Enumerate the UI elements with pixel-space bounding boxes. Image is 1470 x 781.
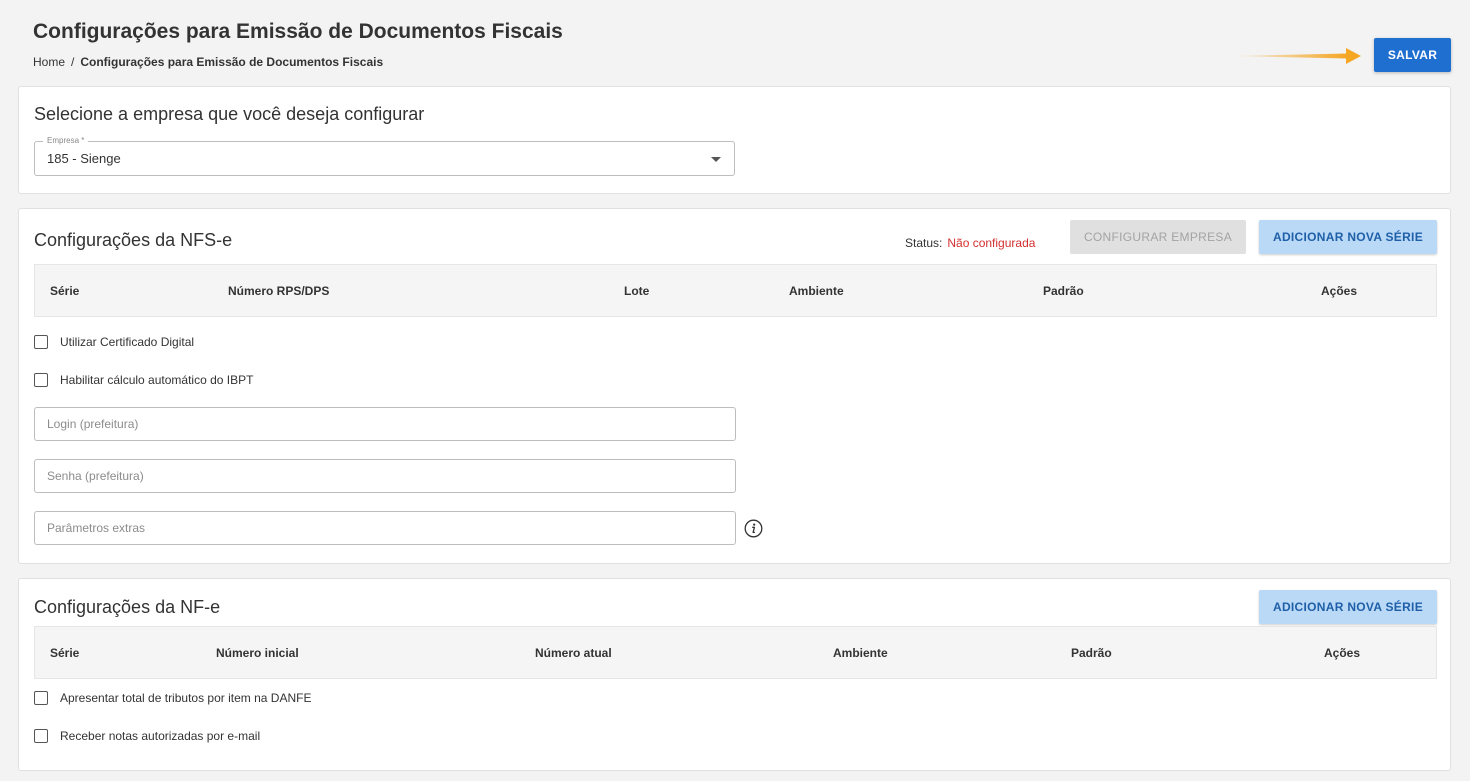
column-header: Lote	[624, 284, 650, 298]
breadcrumb: Home / Configurações para Emissão de Docum…	[33, 55, 383, 69]
status-badge: Não configurada	[947, 236, 1036, 250]
page-title: Configurações para Emissão de Documentos…	[33, 20, 563, 43]
checkbox-label: Apresentar total de tributos por item na…	[60, 691, 312, 705]
column-header: Série	[50, 284, 80, 298]
arrow-icon	[1226, 48, 1361, 64]
company-section-title: Selecione a empresa que você deseja conf…	[34, 104, 425, 124]
column-header: Ambiente	[833, 646, 888, 660]
column-header: Número RPS/DPS	[228, 284, 330, 298]
nfse-status: Status: Não configurada	[905, 236, 1035, 250]
breadcrumb-home[interactable]: Home	[33, 55, 65, 69]
checkbox-icon[interactable]	[34, 335, 48, 349]
nfse-add-series-button[interactable]: ADICIONAR NOVA SÉRIE	[1259, 220, 1437, 254]
breadcrumb-current: Configurações para Emissão de Documentos…	[80, 55, 384, 69]
column-header: Ações	[1324, 646, 1361, 660]
configure-company-button[interactable]: CONFIGURAR EMPRESA	[1070, 220, 1246, 254]
nfe-card: Configurações da NF-e ADICIONAR NOVA SÉR…	[18, 578, 1451, 771]
company-select[interactable]: Empresa * 185 - Sienge	[34, 136, 735, 176]
save-button[interactable]: SALVAR	[1374, 38, 1451, 72]
nfe-add-series-button[interactable]: ADICIONAR NOVA SÉRIE	[1259, 590, 1437, 624]
nfe-table-header: Série Número inicial Número atual Ambien…	[34, 626, 1437, 679]
nfe-section-title: Configurações da NF-e	[34, 597, 221, 617]
checkbox-label: Utilizar Certificado Digital	[60, 335, 195, 349]
info-icon[interactable]	[744, 519, 763, 538]
checkbox-label: Habilitar cálculo automático do IBPT	[60, 373, 254, 387]
password-input[interactable]	[34, 459, 736, 493]
extra-params-input[interactable]	[34, 511, 736, 545]
column-header: Padrão	[1071, 646, 1112, 660]
chevron-down-icon[interactable]	[711, 157, 721, 162]
column-header: Ações	[1321, 284, 1358, 298]
ibpt-checkbox[interactable]: Habilitar cálculo automático do IBPT	[34, 373, 253, 387]
checkbox-icon[interactable]	[34, 729, 48, 743]
company-select-value: 185 - Sienge	[47, 151, 121, 166]
column-header: Número inicial	[216, 646, 299, 660]
nfse-card: Configurações da NFS-e Status: Não config…	[18, 208, 1451, 564]
column-header: Padrão	[1043, 284, 1084, 298]
status-label: Status:	[905, 236, 943, 250]
checkbox-icon[interactable]	[34, 691, 48, 705]
company-select-label: Empresa *	[43, 136, 89, 145]
login-input[interactable]	[34, 407, 736, 441]
checkbox-label: Receber notas autorizadas por e-mail	[60, 729, 261, 743]
column-header: Número atual	[535, 646, 612, 660]
column-header: Série	[50, 646, 80, 660]
checkbox-icon[interactable]	[34, 373, 48, 387]
nfse-table-header: Série Número RPS/DPS Lote Ambiente Padrã…	[34, 264, 1437, 317]
danfe-taxes-checkbox[interactable]: Apresentar total de tributos por item na…	[34, 691, 311, 705]
breadcrumb-separator: /	[71, 55, 75, 69]
column-header: Ambiente	[789, 284, 844, 298]
digital-certificate-checkbox[interactable]: Utilizar Certificado Digital	[34, 335, 194, 349]
company-card: Selecione a empresa que você deseja conf…	[18, 86, 1451, 194]
nfse-section-title: Configurações da NFS-e	[34, 230, 233, 250]
email-notes-checkbox[interactable]: Receber notas autorizadas por e-mail	[34, 729, 260, 743]
